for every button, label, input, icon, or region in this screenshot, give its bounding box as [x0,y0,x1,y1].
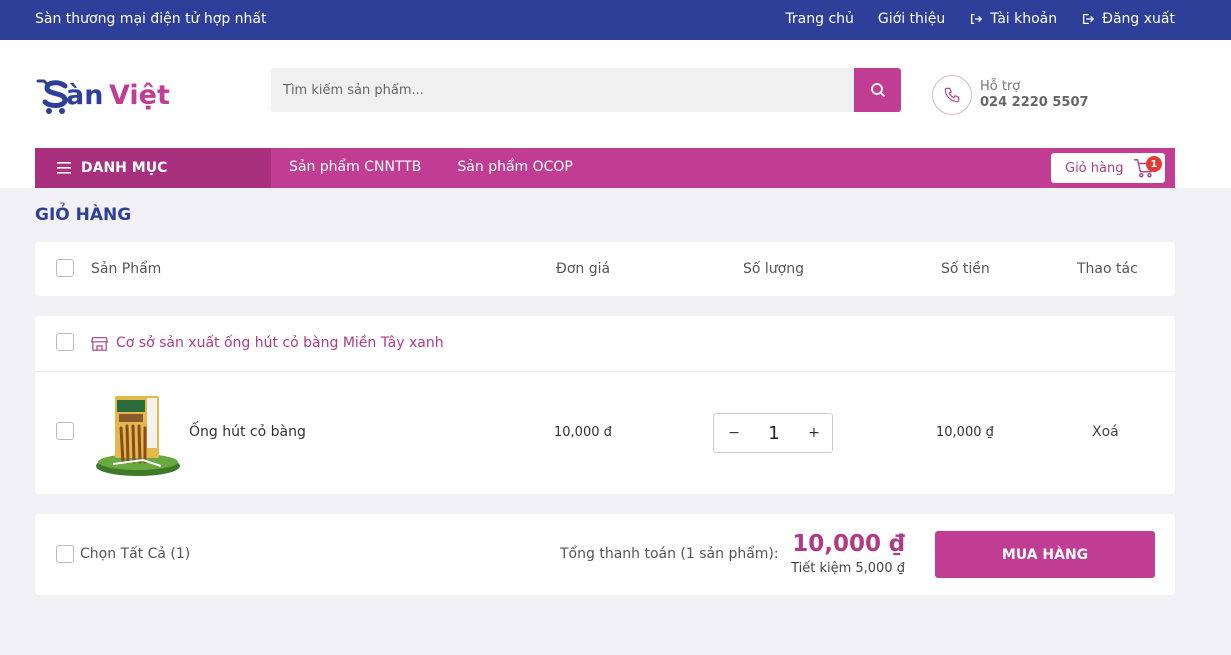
category-menu-button[interactable]: DANH MỤC [35,148,271,188]
cart-summary: Chọn Tất Cả (1) Tổng thanh toán (1 sản p… [35,514,1175,595]
support-phone: 024 2220 5507 [980,95,1089,110]
main-nav: DANH MỤC Sản phẩm CNNTTB Sản phẩm OCOP G… [35,148,1175,188]
support-contact: Hỗ trợ 024 2220 5507 [932,75,1089,115]
col-quantity: Số lượng [743,261,804,277]
nav-logout-link[interactable]: Đăng xuất [1081,11,1175,27]
top-bar: Sàn thương mại điện tử hợp nhất Trang ch… [0,0,1231,40]
logout-icon [1083,13,1095,25]
page-title: GIỎ HÀNG [35,205,132,225]
svg-text:àn: àn [66,80,103,111]
nav-account-link[interactable]: Tài khoản [969,11,1057,27]
item-subtotal: 10,000 ₫ [936,425,994,440]
cart-button[interactable]: Giỏ hàng 1 [1051,153,1165,183]
total-label: Tổng thanh toán (1 sản phẩm): [560,546,779,562]
shop-select-checkbox[interactable] [56,333,74,351]
nav-link-cnnttb[interactable]: Sản phẩm CNNTTB [289,159,421,175]
top-nav: Trang chủ Giới thiệu Tài khoản Đăng xuất [785,11,1175,27]
unit-price: 10,000 đ [554,425,612,440]
site-logo[interactable]: àn Việt [35,75,185,115]
search-box [271,68,901,112]
search-button[interactable] [854,68,901,112]
qty-increase-button[interactable]: + [794,414,834,452]
svg-text:Việt: Việt [109,80,170,111]
search-input[interactable] [271,68,854,112]
select-all-checkbox[interactable] [56,545,74,563]
col-amount: Số tiền [941,261,990,277]
header-select-checkbox[interactable] [56,259,74,277]
item-select-checkbox[interactable] [56,422,74,440]
search-icon [870,83,885,98]
total-value: 10,000 ₫ [792,531,905,557]
col-unit-price: Đơn giá [556,261,611,277]
delete-item-button[interactable]: Xoá [1092,424,1119,440]
hamburger-icon [57,162,71,174]
shop-group: Cơ sở sản xuất ống hút cỏ bàng Miền Tây … [35,316,1175,494]
col-product: Sản Phẩm [91,261,162,277]
checkout-button[interactable]: MUA HÀNG [935,531,1155,578]
qty-decrease-button[interactable]: − [714,414,754,452]
header: àn Việt Hỗ trợ 024 2220 5507 DANH MỤC Sả… [0,40,1231,188]
site-slogan: Sàn thương mại điện tử hợp nhất [35,11,267,27]
qty-input[interactable]: 1 [754,414,794,452]
cart-item-row: Ống hút cỏ bàng 10,000 đ − 1 + 10,000 ₫ … [35,372,1175,494]
category-links: Sản phẩm CNNTTB Sản phẩm OCOP [289,159,573,175]
shop-link[interactable]: Cơ sở sản xuất ống hút cỏ bàng Miền Tây … [91,335,444,351]
phone-icon-wrap [932,75,972,115]
shop-row: Cơ sở sản xuất ống hút cỏ bàng Miền Tây … [35,316,1175,372]
nav-about-link[interactable]: Giới thiệu [878,11,945,27]
quantity-stepper: − 1 + [713,413,833,453]
col-action: Thao tác [1077,261,1138,277]
phone-icon [944,87,960,103]
cart-count-badge: 1 [1146,156,1162,172]
support-label: Hỗ trợ [980,79,1021,94]
product-image[interactable] [93,390,183,480]
select-all-label[interactable]: Chọn Tất Cả (1) [80,546,190,562]
nav-home-link[interactable]: Trang chủ [785,11,853,27]
nav-link-ocop[interactable]: Sản phẩm OCOP [457,159,572,175]
savings-text: Tiết kiệm 5,000 ₫ [791,561,905,576]
store-icon [91,336,108,351]
login-icon [971,13,983,25]
cart-table-header: Sản Phẩm Đơn giá Số lượng Số tiền Thao t… [35,242,1175,296]
cart-label: Giỏ hàng [1065,160,1124,176]
product-name[interactable]: Ống hút cỏ bàng [189,424,306,440]
